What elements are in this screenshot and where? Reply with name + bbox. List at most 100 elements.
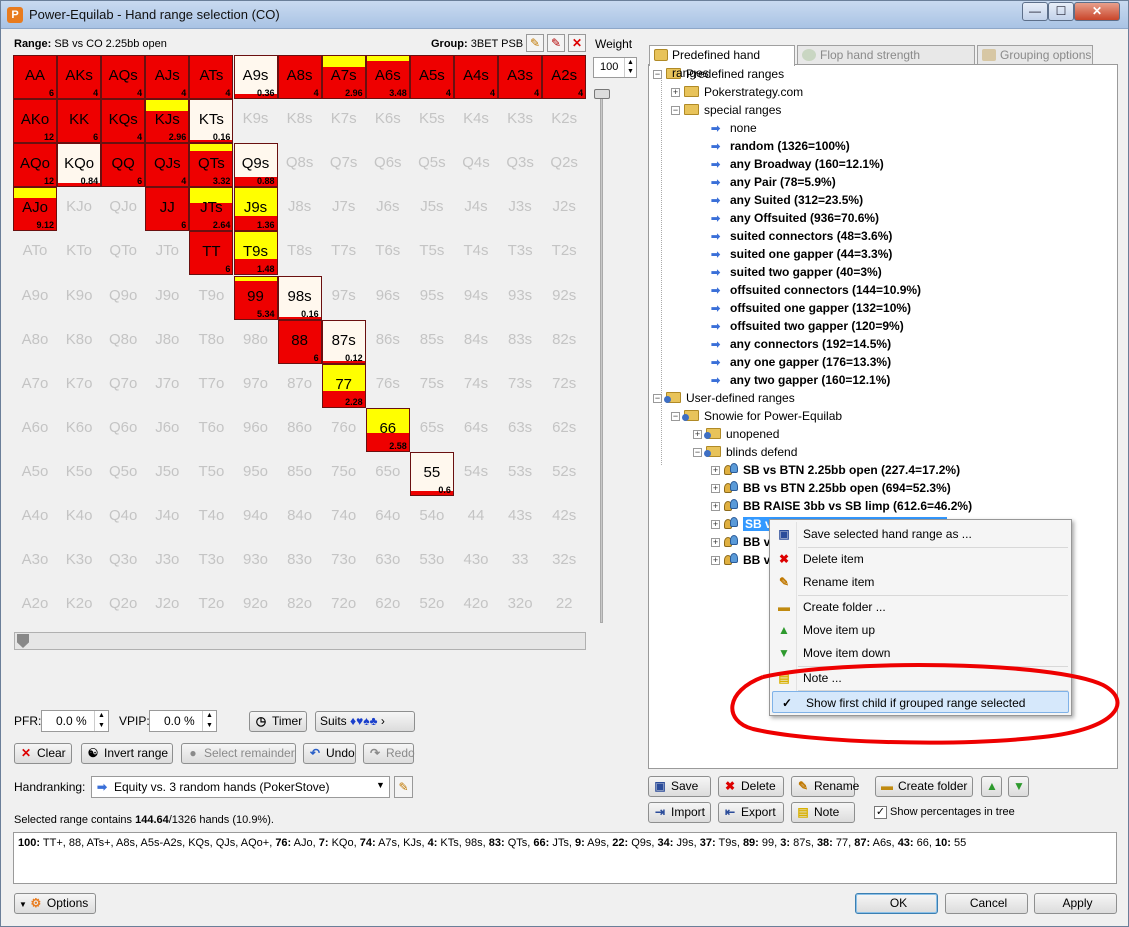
hand-cell[interactable]: QTo (101, 231, 145, 275)
hand-cell[interactable]: Q4o (101, 496, 145, 540)
tree-item-blinds-defend-range[interactable]: + BB vs BTN 2.25bb open (694=52.3%) (711, 479, 951, 497)
hand-cell[interactable]: 4 KQs (101, 99, 146, 144)
weight-slider-track[interactable] (600, 93, 603, 623)
hand-cell[interactable]: 87o (278, 364, 322, 408)
hand-cell[interactable]: K6s (366, 99, 410, 143)
suits-button[interactable]: Suits ♦♥♠♣ › (315, 711, 415, 732)
hand-cell[interactable]: 0.16 98s (277, 275, 322, 320)
tree-item-special-range[interactable]: ➡ any Suited (312=23.5%) (711, 191, 863, 209)
clear-button[interactable]: ✕ Clear (14, 743, 72, 764)
tree-item-special-ranges[interactable]: − special ranges (671, 101, 781, 119)
hand-cell[interactable]: T8s (278, 231, 322, 275)
note-button[interactable]: ▤ Note (791, 802, 855, 823)
hand-cell[interactable]: T4s (454, 231, 498, 275)
vpip-spin-arrows[interactable]: ▲ ▼ (202, 711, 216, 731)
hand-cell[interactable]: 94s (454, 276, 498, 320)
hand-cell[interactable]: 83s (498, 320, 542, 364)
hand-cell[interactable]: 75o (322, 452, 366, 496)
import-button[interactable]: ⇥ Import (648, 802, 711, 823)
hand-cell[interactable]: T7o (189, 364, 233, 408)
hand-cell[interactable]: Q5o (101, 452, 145, 496)
hand-cell[interactable]: 96s (366, 276, 410, 320)
hand-cell[interactable]: T9o (189, 276, 233, 320)
hand-cell[interactable]: 84s (454, 320, 498, 364)
hand-cell[interactable]: T8o (189, 320, 233, 364)
expand-icon[interactable]: + (693, 430, 702, 439)
hand-cell[interactable]: 12 AKo (13, 99, 57, 144)
weight-spinner[interactable]: 100 ▲ ▼ (593, 57, 637, 78)
hand-cell[interactable]: K3s (498, 99, 542, 143)
hand-cell[interactable]: 62o (366, 584, 410, 628)
select-remainder-button[interactable]: ● Select remainder (181, 743, 296, 764)
hand-cell[interactable]: 72s (542, 364, 586, 408)
tree-item-special-range[interactable]: ➡ offsuited one gapper (132=10%) (711, 299, 911, 317)
hand-cell[interactable]: J2o (145, 584, 189, 628)
hand-cell[interactable]: 94o (234, 496, 278, 540)
hand-cell[interactable]: 93o (234, 540, 278, 584)
tree-item-blinds-defend-range[interactable]: + SB vs BTN 2.25bb open (227.4=17.2%) (711, 461, 960, 479)
hand-cell[interactable]: 73s (498, 364, 542, 408)
move-up-button[interactable]: ▲ (981, 776, 1002, 797)
hand-cell[interactable]: J5s (410, 187, 454, 231)
tree-item-blinds-defend-range[interactable]: + BB vs (711, 551, 777, 569)
hand-cell[interactable]: 4 A4s (454, 55, 498, 99)
delete-button[interactable]: ✖ Delete (718, 776, 784, 797)
collapse-icon[interactable]: − (671, 106, 680, 115)
hand-cell[interactable]: 63o (366, 540, 410, 584)
pfr-spin-arrows[interactable]: ▲ ▼ (94, 711, 108, 731)
hand-cell[interactable]: 22 (542, 584, 586, 628)
hand-cell[interactable]: 65s (410, 408, 454, 452)
hand-cell[interactable]: A5o (13, 452, 57, 496)
hand-cell[interactable]: A8o (13, 320, 57, 364)
hand-cell[interactable]: 65o (366, 452, 410, 496)
hand-cell[interactable]: 75s (410, 364, 454, 408)
hand-cell[interactable]: 92o (234, 584, 278, 628)
tree-item-special-range[interactable]: ➡ any Broadway (160=12.1%) (711, 155, 884, 173)
hand-cell[interactable]: T3o (189, 540, 233, 584)
hand-cell[interactable]: 92s (542, 276, 586, 320)
hand-cell[interactable]: Q5s (410, 143, 454, 187)
hand-cell[interactable]: 1.36 J9s (233, 187, 278, 232)
range-text-box[interactable]: 100: TT+, 88, ATs+, A8s, A5s-A2s, KQs, Q… (13, 832, 1117, 884)
hand-cell[interactable]: T7s (322, 231, 366, 275)
menu-delete-item[interactable]: ✖ Delete item (770, 548, 1070, 570)
tree-item-special-range[interactable]: ➡ any one gapper (176=13.3%) (711, 353, 891, 371)
tree-item-pokerstrategy[interactable]: + Pokerstrategy.com (671, 83, 803, 101)
expand-icon[interactable]: + (711, 520, 720, 529)
hand-cell[interactable]: 12 AQo (13, 143, 57, 188)
hand-cell[interactable]: 74o (322, 496, 366, 540)
hand-cell[interactable]: 76o (322, 408, 366, 452)
hand-cell[interactable]: A4o (13, 496, 57, 540)
hand-cell[interactable]: T5s (410, 231, 454, 275)
hand-cell[interactable]: A7o (13, 364, 57, 408)
hand-cell[interactable]: 95o (234, 452, 278, 496)
maximize-button[interactable]: ☐ (1048, 2, 1074, 21)
tree-item-special-range[interactable]: ➡ suited one gapper (44=3.3%) (711, 245, 892, 263)
hand-cell[interactable]: 53s (498, 452, 542, 496)
hand-cell[interactable]: 63s (498, 408, 542, 452)
tree-item-blinds-defend-range[interactable]: + BB vs (711, 533, 777, 551)
hand-cell[interactable]: 93s (498, 276, 542, 320)
hand-cell[interactable]: Q8s (278, 143, 322, 187)
hand-cell[interactable]: 4 AQs (101, 55, 146, 99)
grid-scrollbar[interactable] (14, 632, 586, 650)
hand-cell[interactable]: 0.6 55 (409, 451, 454, 496)
show-percentages-checkbox[interactable]: ✓ (874, 806, 887, 819)
hand-cell[interactable]: 64s (454, 408, 498, 452)
tree-item-special-range[interactable]: ➡ any two gapper (160=12.1%) (711, 371, 890, 389)
export-button[interactable]: ⇤ Export (718, 802, 784, 823)
tab-grouping-options[interactable]: Grouping options (977, 45, 1093, 65)
hand-cell[interactable]: 85o (278, 452, 322, 496)
hand-cell[interactable]: J8s (278, 187, 322, 231)
hand-cell[interactable]: K7s (322, 99, 366, 143)
hand-cell[interactable]: J5o (145, 452, 189, 496)
hand-cell[interactable]: 6 88 (277, 319, 322, 364)
hand-cell[interactable]: 33 (498, 540, 542, 584)
hand-cell[interactable]: 97o (234, 364, 278, 408)
hand-cell[interactable]: KTo (57, 231, 101, 275)
hand-cell[interactable]: K8s (278, 99, 322, 143)
hand-cell[interactable]: 9.12 AJo (13, 187, 57, 232)
collapse-icon[interactable]: − (653, 70, 662, 79)
weight-slider-thumb[interactable] (594, 89, 610, 99)
hand-cell[interactable]: Q7s (322, 143, 366, 187)
